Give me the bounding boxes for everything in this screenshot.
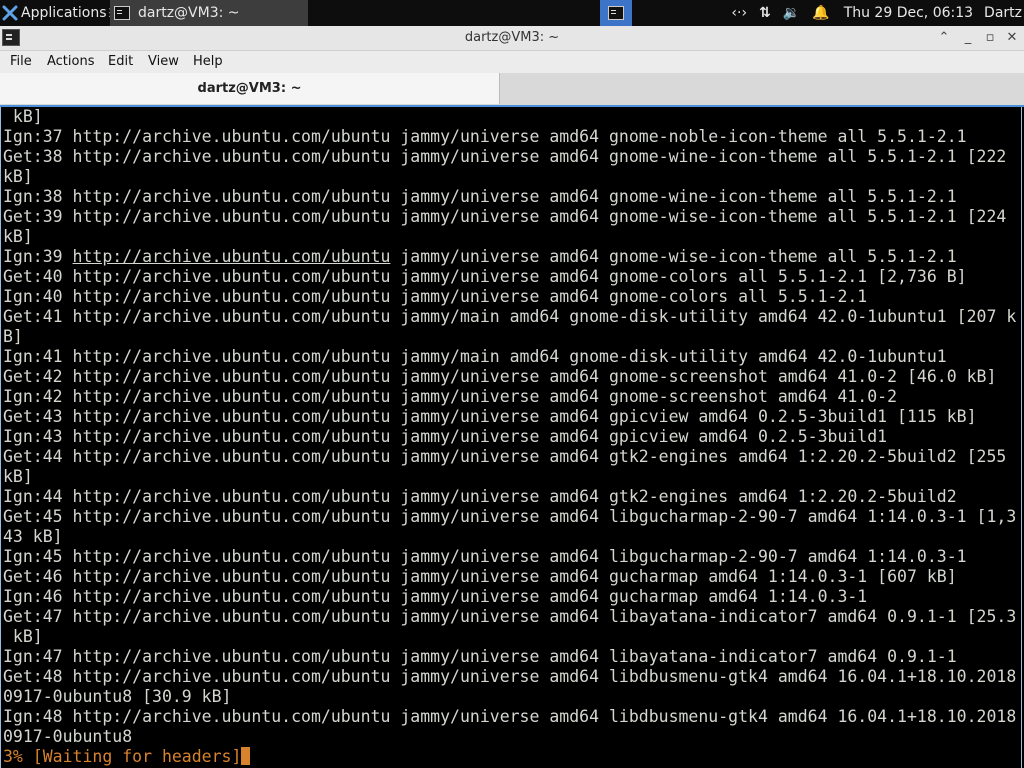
menu-edit[interactable]: Edit <box>108 54 133 69</box>
terminal-line: Ign:44 http://archive.ubuntu.com/ubuntu … <box>3 487 957 506</box>
progress-status-line: 3% [Waiting for headers] <box>3 747 1021 767</box>
terminal-line: Get:44 http://archive.ubuntu.com/ubuntu … <box>3 447 1007 466</box>
terminal-icon <box>114 6 130 20</box>
shade-up-icon[interactable]: ⌃ <box>934 28 954 48</box>
terminal-line: kB] <box>3 627 43 646</box>
terminal-line: Ign:38 http://archive.ubuntu.com/ubuntu … <box>3 187 957 206</box>
terminal-line: Ign:43 http://archive.ubuntu.com/ubuntu … <box>3 427 888 446</box>
terminal-line-hovered-link[interactable]: Ign:39 http://archive.ubuntu.com/ubuntu … <box>3 247 1021 267</box>
progress-status: 3% [Waiting for headers] <box>3 747 242 766</box>
applications-label: Applications <box>21 5 107 21</box>
terminal-line: Ign:45 http://archive.ubuntu.com/ubuntu … <box>3 547 967 566</box>
terminal-line: Ign:41 http://archive.ubuntu.com/ubuntu … <box>3 347 947 366</box>
terminal-line: kB] <box>3 227 33 246</box>
window-title: dartz@VM3: ~ <box>464 30 560 45</box>
terminal-line: Ign:37 http://archive.ubuntu.com/ubuntu … <box>3 127 967 146</box>
terminal-line: Get:42 http://archive.ubuntu.com/ubuntu … <box>3 367 997 386</box>
menu-actions[interactable]: Actions <box>47 54 95 69</box>
top-panel: Applications ☰ dartz@VM3: ~ ‹·› ⇅ 🔉 🔔 Th… <box>0 0 1024 26</box>
menu-file[interactable]: File <box>10 54 32 69</box>
terminal-line: Get:38 http://archive.ubuntu.com/ubuntu … <box>3 147 1007 166</box>
terminal-line: kB] <box>3 467 33 486</box>
tab-terminal[interactable]: dartz@VM3: ~ <box>0 73 500 104</box>
xfce-logo-icon <box>2 5 18 21</box>
terminal-line: B] <box>3 327 23 346</box>
network-updown-icon[interactable]: ⇅ <box>759 5 771 21</box>
terminal-line: 0917-0ubuntu8 <box>3 727 133 746</box>
applications-menu-button[interactable]: Applications <box>2 0 113 26</box>
workspace-switcher[interactable] <box>600 0 632 26</box>
terminal-icon <box>608 6 624 20</box>
terminal-line: 43 kB] <box>3 527 63 546</box>
terminal-line: Get:43 http://archive.ubuntu.com/ubuntu … <box>3 407 977 426</box>
terminal-line: Get:39 http://archive.ubuntu.com/ubuntu … <box>3 207 1007 226</box>
terminal-line: Get:46 http://archive.ubuntu.com/ubuntu … <box>3 567 957 586</box>
terminal-line: Ign:40 http://archive.ubuntu.com/ubuntu … <box>3 287 868 306</box>
clock[interactable]: Thu 29 Dec, 06:13 <box>844 5 973 21</box>
terminal-line: 0917-0ubuntu8 [30.9 kB] <box>3 687 232 706</box>
terminal-line: Ign:48 http://archive.ubuntu.com/ubuntu … <box>3 707 1017 726</box>
menu-view[interactable]: View <box>148 54 179 69</box>
menu-bar: File Actions Edit View Help <box>0 51 1024 73</box>
terminal-line: Ign:47 http://archive.ubuntu.com/ubuntu … <box>3 647 957 666</box>
maximize-icon[interactable]: ▫ <box>980 28 1000 48</box>
terminal-line: Ign:42 http://archive.ubuntu.com/ubuntu … <box>3 387 898 406</box>
network-activity-icon[interactable]: ‹·› <box>731 5 747 21</box>
volume-icon[interactable]: 🔉 <box>783 5 800 21</box>
terminal-line: kB] <box>3 167 33 186</box>
terminal-output[interactable]: kB] Ign:37 http://archive.ubuntu.com/ubu… <box>0 107 1022 768</box>
terminal-line: Get:48 http://archive.ubuntu.com/ubuntu … <box>3 667 1017 686</box>
terminal-line: Get:40 http://archive.ubuntu.com/ubuntu … <box>3 267 967 286</box>
minimize-icon[interactable]: _ <box>958 28 978 48</box>
taskbar-button-label: dartz@VM3: ~ <box>138 5 240 21</box>
notification-bell-icon[interactable]: 🔔 <box>812 5 829 21</box>
window-titlebar[interactable]: dartz@VM3: ~ ⌃ _ ▫ ✕ <box>0 26 1024 51</box>
terminal-line: Get:47 http://archive.ubuntu.com/ubuntu … <box>3 607 1017 626</box>
menu-help[interactable]: Help <box>193 54 223 69</box>
taskbar-button-terminal[interactable]: dartz@VM3: ~ <box>110 0 308 26</box>
terminal-line: Ign:46 http://archive.ubuntu.com/ubuntu … <box>3 587 868 606</box>
tab-bar: dartz@VM3: ~ <box>0 73 1024 107</box>
terminal-line: Get:45 http://archive.ubuntu.com/ubuntu … <box>3 507 1017 526</box>
terminal-line: Get:41 http://archive.ubuntu.com/ubuntu … <box>3 307 1017 326</box>
system-tray: ‹·› ⇅ 🔉 🔔 Thu 29 Dec, 06:13 Dartz <box>719 0 1024 26</box>
close-icon[interactable]: ✕ <box>1002 28 1022 48</box>
user-menu[interactable]: Dartz <box>984 5 1022 21</box>
hovered-url-link[interactable]: http://archive.ubuntu.com/ubuntu <box>73 247 391 266</box>
text-cursor <box>241 747 251 765</box>
terminal-line: kB] <box>3 107 43 126</box>
